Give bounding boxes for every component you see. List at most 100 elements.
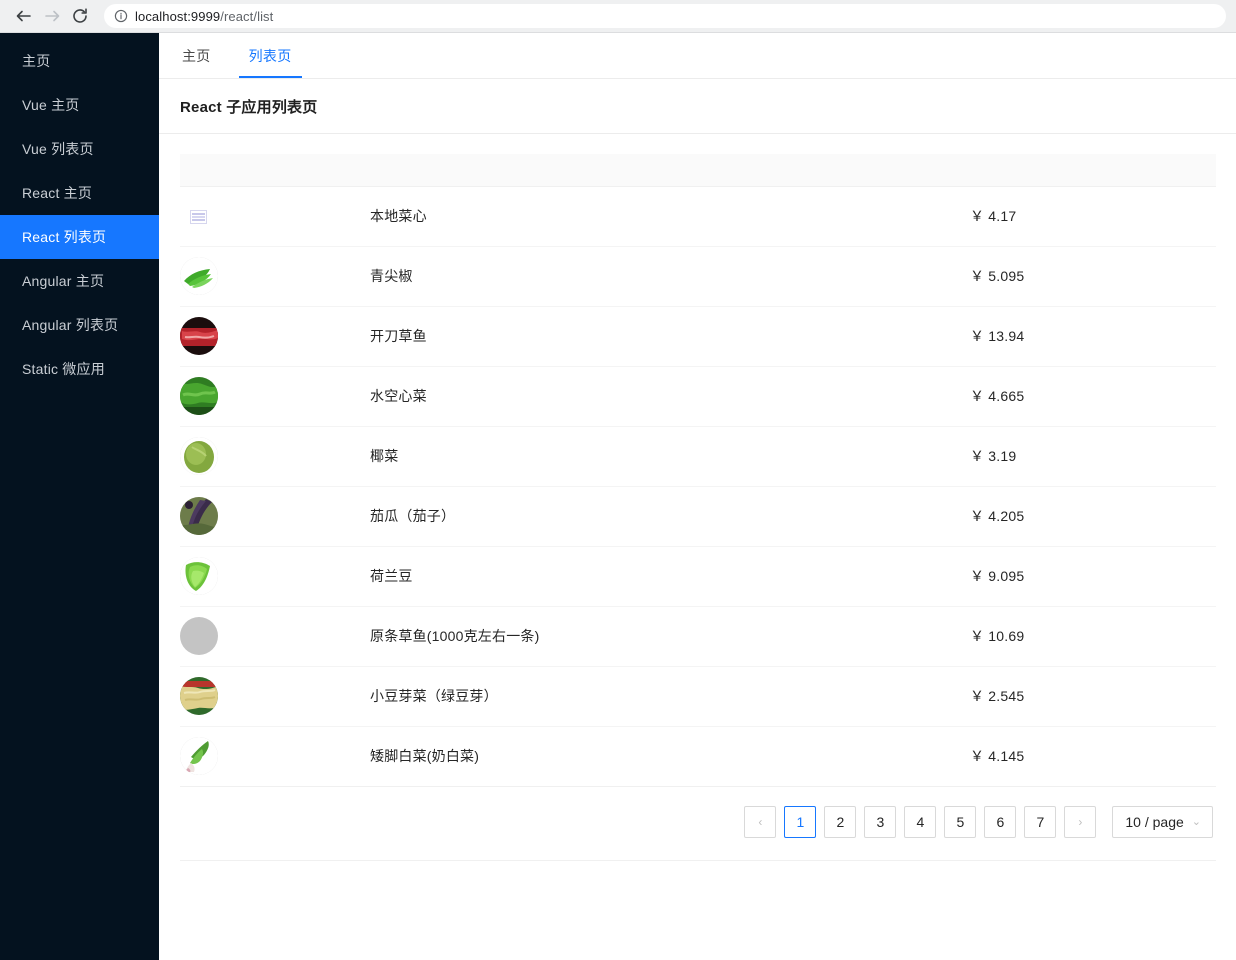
table-row[interactable]: 荷兰豆 ￥ 9.095 [180,546,1216,606]
tab-label: 列表页 [249,46,292,66]
sidebar-item-angular-list[interactable]: Angular 列表页 [0,303,159,347]
product-thumbnail [180,737,218,775]
list-card: 本地菜心 ￥ 4.17 [180,154,1216,861]
browser-toolbar: localhost:9999/react/list [0,0,1236,33]
cell-price: ￥ 3.19 [970,426,1216,486]
cell-name: 青尖椒 [370,246,970,306]
cell-name: 茄瓜（茄子） [370,486,970,546]
site-info-icon[interactable] [114,9,128,23]
url-host: localhost:9999 [135,9,220,24]
tab-bar: 主页 列表页 [159,33,1236,79]
pagination-page-5[interactable]: 5 [944,806,976,838]
product-thumbnail [180,257,218,295]
product-thumbnail [180,677,218,715]
sidebar-item-vue-home[interactable]: Vue 主页 [0,83,159,127]
sidebar-item-static-app[interactable]: Static 微应用 [0,347,159,391]
pagination-page-2[interactable]: 2 [824,806,856,838]
address-bar[interactable]: localhost:9999/react/list [104,4,1226,28]
product-thumbnail [180,557,218,595]
pagination-page-3[interactable]: 3 [864,806,896,838]
pagination-prev-button[interactable]: ‹ [744,806,776,838]
cell-image [180,186,370,246]
url-text: localhost:9999/react/list [135,9,273,24]
sidebar-item-label: Angular 列表页 [22,315,118,335]
cell-price: ￥ 9.095 [970,546,1216,606]
cell-price: ￥ 4.17 [970,186,1216,246]
cell-name: 水空心菜 [370,366,970,426]
tab-home[interactable]: 主页 [180,34,213,78]
column-header-name [370,154,970,186]
cell-image [180,606,370,666]
cell-name: 开刀草鱼 [370,306,970,366]
page-size-select[interactable]: 10 / page ⌄ [1112,806,1213,838]
pagination-next-button[interactable]: › [1064,806,1096,838]
content-area: 本地菜心 ￥ 4.17 [159,134,1236,960]
back-button[interactable] [10,2,38,30]
pagination-page-4[interactable]: 4 [904,806,936,838]
sidebar-item-label: 主页 [22,51,50,71]
pagination-page-1[interactable]: 1 [784,806,816,838]
tab-label: 主页 [182,46,211,66]
table-body: 本地菜心 ￥ 4.17 [180,186,1216,786]
cell-name: 原条草鱼(1000克左右一条) [370,606,970,666]
forward-button[interactable] [38,2,66,30]
table-row[interactable]: 青尖椒 ￥ 5.095 [180,246,1216,306]
product-thumbnail [180,317,218,355]
cell-image [180,666,370,726]
sidebar-item-label: React 列表页 [22,227,106,247]
table-row[interactable]: 茄瓜（茄子） ￥ 4.205 [180,486,1216,546]
table-row[interactable]: 原条草鱼(1000克左右一条) ￥ 10.69 [180,606,1216,666]
cell-name: 荷兰豆 [370,546,970,606]
cell-price: ￥ 4.205 [970,486,1216,546]
product-thumbnail [180,437,218,475]
sidebar-item-react-home[interactable]: React 主页 [0,171,159,215]
product-thumbnail [180,377,218,415]
pagination: ‹ 1 2 3 4 5 6 7 › 10 / page ⌄ [180,787,1216,838]
sidebar-item-label: React 主页 [22,183,92,203]
cell-price: ￥ 2.545 [970,666,1216,726]
table-row[interactable]: 矮脚白菜(奶白菜) ￥ 4.145 [180,726,1216,786]
table-row[interactable]: 小豆芽菜（绿豆芽） ￥ 2.545 [180,666,1216,726]
cell-image [180,366,370,426]
cell-price: ￥ 5.095 [970,246,1216,306]
product-thumbnail-placeholder [180,617,218,655]
column-header-price [970,154,1216,186]
sidebar-item-vue-list[interactable]: Vue 列表页 [0,127,159,171]
url-path: /react/list [220,9,273,24]
table-row[interactable]: 水空心菜 ￥ 4.665 [180,366,1216,426]
pagination-page-7[interactable]: 7 [1024,806,1056,838]
sidebar-item-react-list[interactable]: React 列表页 [0,215,159,259]
sidebar-item-home[interactable]: 主页 [0,39,159,83]
product-thumbnail [180,497,218,535]
cell-image [180,726,370,786]
column-header-image [180,154,370,186]
page-title-bar: React 子应用列表页 [159,79,1236,134]
reload-button[interactable] [66,2,94,30]
sidebar-item-angular-home[interactable]: Angular 主页 [0,259,159,303]
app-shell: 主页 Vue 主页 Vue 列表页 React 主页 React 列表页 Ang… [0,33,1236,960]
cell-price: ￥ 4.145 [970,726,1216,786]
cell-name: 小豆芽菜（绿豆芽） [370,666,970,726]
cell-image [180,246,370,306]
cell-name: 本地菜心 [370,186,970,246]
page-size-label: 10 / page [1125,814,1183,830]
table-header [180,154,1216,186]
table-row[interactable]: 本地菜心 ￥ 4.17 [180,186,1216,246]
table-row[interactable]: 椰菜 ￥ 3.19 [180,426,1216,486]
broken-image-icon [189,209,207,225]
cell-price: ￥ 13.94 [970,306,1216,366]
pagination-page-6[interactable]: 6 [984,806,1016,838]
sidebar-item-label: Vue 主页 [22,95,79,115]
sidebar-item-label: Angular 主页 [22,271,104,291]
cell-image [180,426,370,486]
cell-name: 椰菜 [370,426,970,486]
main-content: 主页 列表页 React 子应用列表页 [159,33,1236,960]
cell-price: ￥ 4.665 [970,366,1216,426]
sidebar-item-label: Static 微应用 [22,359,105,379]
cell-image [180,546,370,606]
table-row[interactable]: 开刀草鱼 ￥ 13.94 [180,306,1216,366]
chevron-down-icon: ⌄ [1192,815,1201,828]
cell-price: ￥ 10.69 [970,606,1216,666]
cell-image [180,306,370,366]
tab-list[interactable]: 列表页 [247,34,294,78]
